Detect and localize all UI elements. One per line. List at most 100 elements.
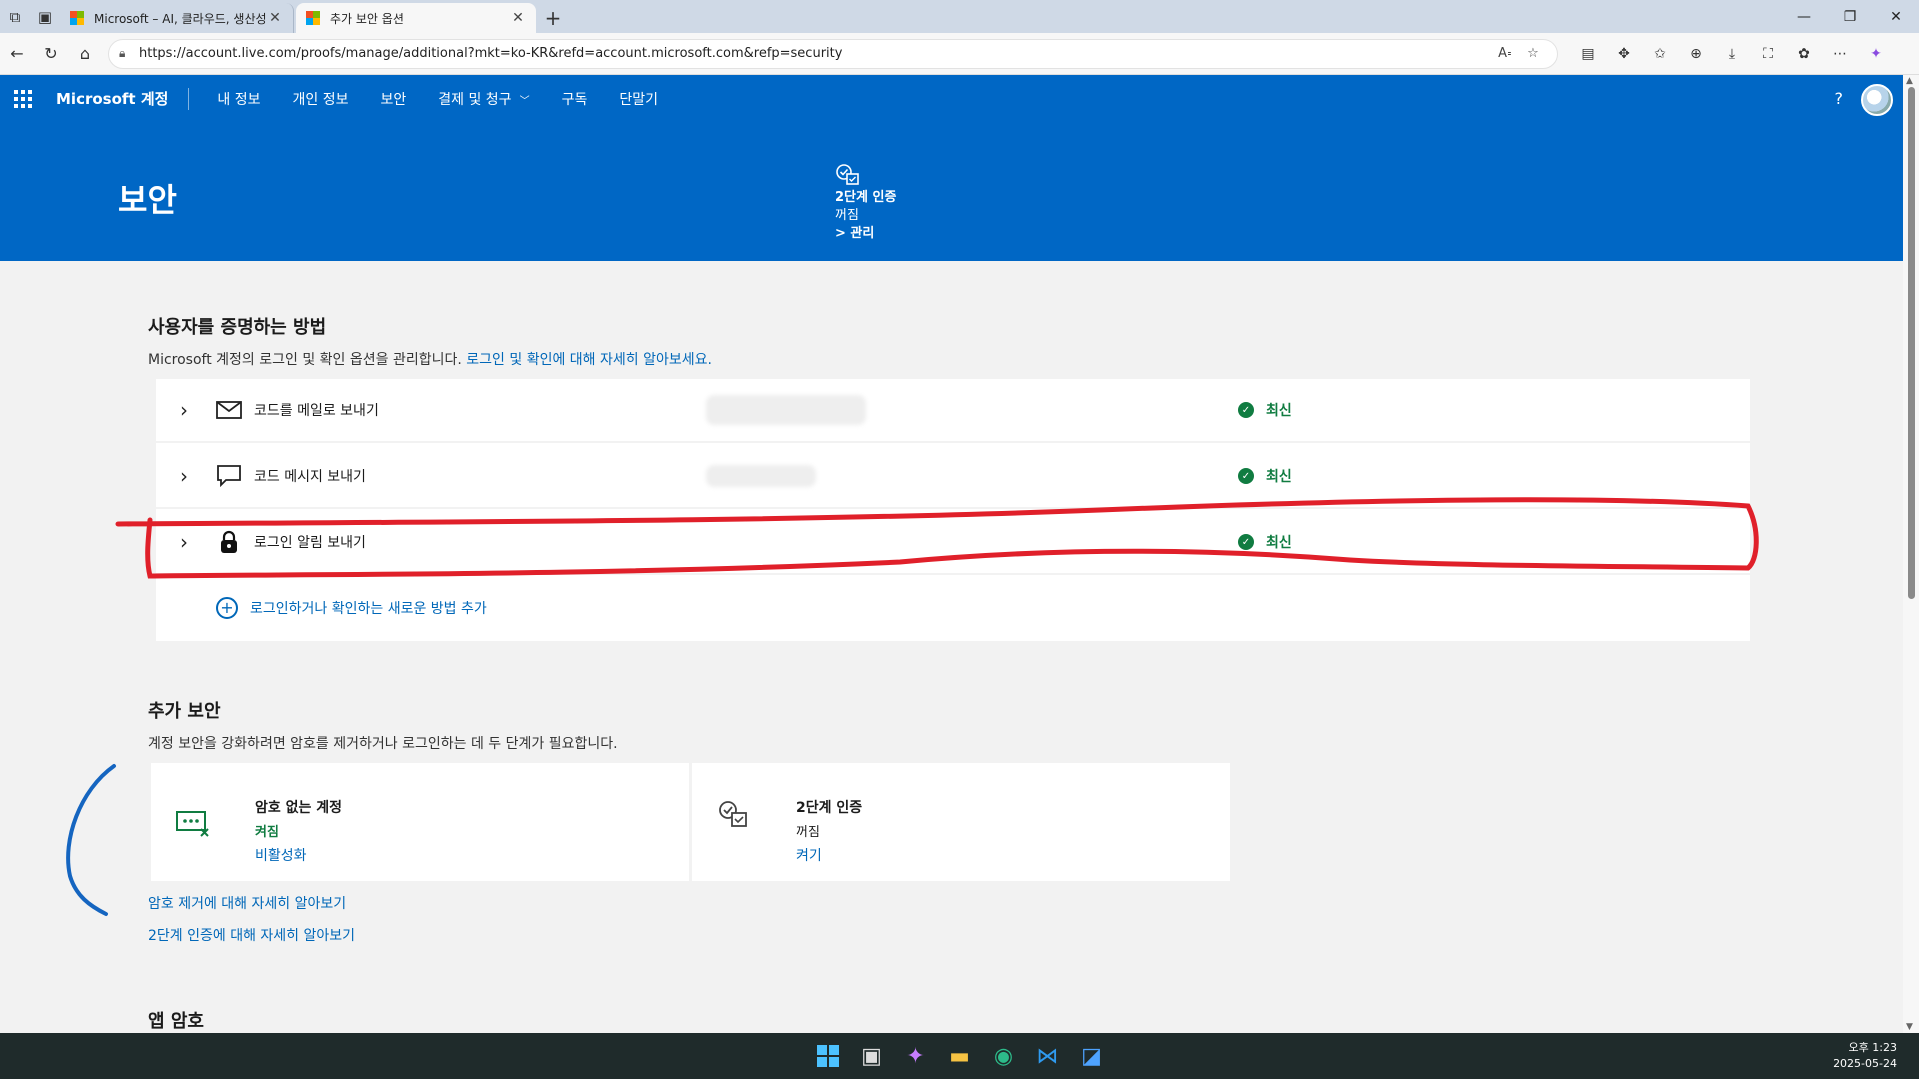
browser-tab-strip: ⧉ ▣ Microsoft – AI, 클라우드, 생산성, 컴퓨팅 ✕ 추가 …: [0, 0, 1919, 33]
chevron-right-icon[interactable]: ›: [156, 530, 212, 554]
passwordless-title: 암호 없는 계정: [255, 800, 343, 816]
screenshot-icon[interactable]: ⛶: [1750, 37, 1786, 71]
nav-my-info[interactable]: 내 정보: [201, 75, 276, 123]
learn-two-step-link[interactable]: 2단계 인증에 대해 자세히 알아보기: [148, 925, 355, 945]
home-icon[interactable]: ⌂: [68, 37, 102, 71]
windows-start-icon[interactable]: [806, 1034, 850, 1078]
edge-browser-icon[interactable]: ◉: [982, 1034, 1026, 1078]
tab-title: Microsoft – AI, 클라우드, 생산성, 컴퓨팅: [94, 11, 267, 26]
address-bar[interactable]: 🔒︎ https://account.live.com/proofs/manag…: [108, 38, 1558, 69]
nav-billing[interactable]: 결제 및 청구 ﹀: [422, 75, 545, 123]
disable-passwordless-link[interactable]: 비활성화: [255, 845, 307, 865]
redacted-value: [706, 395, 866, 425]
restore-icon[interactable]: ❐: [1827, 0, 1873, 33]
avatar[interactable]: [1861, 84, 1893, 116]
collections-icon[interactable]: ▤: [1570, 37, 1606, 71]
tab-collections-icon[interactable]: ⊕: [1678, 37, 1714, 71]
favorite-star-icon[interactable]: ☆: [1519, 46, 1547, 61]
proofs-list: › 코드를 메일로 보내기 ✓ 최신 › 코드 메시지 보내기 ✓ 최신 › 로그인…: [156, 379, 1750, 641]
lock-icon: [212, 530, 246, 554]
two-step-card: 2단계 인증 꺼짐 켜기: [692, 763, 1230, 881]
refresh-icon[interactable]: ↻: [34, 37, 68, 71]
check-circle-icon: ✓: [1238, 534, 1254, 550]
taskbar: ▣ ✦ ▬ ◉ ⋈ ◪ 오후 1:23 2025-05-24: [0, 1033, 1919, 1079]
add-circle-icon: +: [216, 597, 238, 619]
page-scrollbar[interactable]: ▲ ▼: [1903, 75, 1919, 1033]
passwordless-card: 암호 없는 계정 켜짐 비활성화: [151, 763, 689, 881]
two-step-card-status: 꺼짐: [796, 825, 820, 840]
proof-row[interactable]: › 코드 메시지 보내기 ✓ 최신: [156, 445, 1750, 509]
profile-extension-icon[interactable]: ✿: [1786, 37, 1822, 71]
proof-status: ✓ 최신: [1238, 466, 1292, 486]
microsoft-logo-icon: [70, 11, 84, 25]
check-circle-icon: ✓: [1238, 402, 1254, 418]
close-window-icon[interactable]: ✕: [1873, 0, 1919, 33]
scroll-up-icon[interactable]: ▲: [1906, 76, 1913, 86]
account-header: Microsoft 계정 내 정보 개인 정보 보안 결제 및 청구 ﹀ 구독 단…: [0, 75, 1903, 261]
proof-status-text: 최신: [1266, 535, 1292, 551]
clock-date: 2025-05-24: [1833, 1057, 1897, 1070]
extensions-icon[interactable]: ✥: [1606, 37, 1642, 71]
window-controls: — ❐ ✕: [1781, 0, 1919, 33]
page-title: 보안: [118, 181, 177, 219]
nav-subscriptions[interactable]: 구독: [546, 75, 604, 123]
more-menu-icon[interactable]: ⋯: [1822, 37, 1858, 71]
scroll-down-icon[interactable]: ▼: [1906, 1022, 1913, 1032]
passwordless-icon: [176, 811, 209, 837]
proof-row[interactable]: › 코드를 메일로 보내기 ✓ 최신: [156, 379, 1750, 443]
copilot-icon[interactable]: ✦: [894, 1034, 938, 1078]
two-step-label: 2단계 인증: [835, 190, 897, 205]
close-tab-icon[interactable]: ✕: [267, 10, 283, 26]
tab-actions-icon[interactable]: ▣: [30, 0, 60, 33]
learn-passwordless-link[interactable]: 암호 제거에 대해 자세히 알아보기: [148, 893, 346, 913]
vscode-icon[interactable]: ⋈: [1026, 1034, 1070, 1078]
site-info-icon[interactable]: 🔒︎: [119, 46, 139, 61]
two-step-status: 꺼짐: [835, 208, 859, 223]
url-text[interactable]: https://account.live.com/proofs/manage/a…: [139, 46, 1491, 61]
proof-label: 코드 메시지 보내기: [254, 469, 366, 485]
task-view-icon[interactable]: ▣: [850, 1034, 894, 1078]
learn-signin-link[interactable]: 로그인 및 확인에 대해 자세히 알아보세요.: [466, 352, 712, 368]
brand-link[interactable]: Microsoft 계정: [46, 88, 190, 110]
back-icon[interactable]: ←: [0, 37, 34, 71]
mail-icon: [212, 401, 246, 419]
copilot-icon[interactable]: ✦: [1858, 37, 1894, 71]
app-launcher-icon[interactable]: [0, 75, 46, 123]
proof-status-text: 최신: [1266, 403, 1292, 419]
chevron-right-icon[interactable]: ›: [156, 398, 212, 422]
browser-tab[interactable]: Microsoft – AI, 클라우드, 생산성, 컴퓨팅 ✕: [60, 3, 294, 33]
file-explorer-icon[interactable]: ▬: [938, 1034, 982, 1078]
check-shield-icon: [719, 801, 747, 827]
check-shield-icon: [836, 164, 859, 185]
nav-devices[interactable]: 단말기: [603, 75, 674, 123]
read-aloud-icon[interactable]: A꞊: [1491, 46, 1519, 61]
microsoft-logo-icon: [306, 11, 320, 25]
chevron-down-icon: ﹀: [519, 95, 530, 107]
help-icon[interactable]: ?: [1835, 89, 1844, 108]
passwordless-status: 켜짐: [255, 825, 279, 840]
browser-tab-active[interactable]: 추가 보안 옵션 ✕: [296, 3, 536, 33]
proof-status: ✓ 최신: [1238, 400, 1292, 420]
proof-row[interactable]: › 로그인 알림 보내기 ✓ 최신: [156, 511, 1750, 575]
two-step-manage-link[interactable]: > 관리: [835, 225, 896, 243]
new-tab-button[interactable]: +: [538, 3, 568, 33]
minimize-icon[interactable]: —: [1781, 0, 1827, 33]
nav-security[interactable]: 보안: [365, 75, 423, 123]
system-clock[interactable]: 오후 1:23 2025-05-24: [1833, 1040, 1897, 1072]
paint-app-icon[interactable]: ◪: [1070, 1034, 1114, 1078]
add-signin-method-label: 로그인하거나 확인하는 새로운 방법 추가: [250, 601, 487, 617]
add-signin-method-link[interactable]: + 로그인하거나 확인하는 새로운 방법 추가: [216, 597, 487, 619]
workspaces-icon[interactable]: ⧉: [0, 0, 30, 33]
nav-billing-label: 결제 및 청구: [438, 92, 512, 108]
scrollbar-thumb[interactable]: [1908, 87, 1915, 599]
chevron-right-icon[interactable]: ›: [156, 464, 212, 488]
nav-privacy[interactable]: 개인 정보: [277, 75, 365, 123]
two-step-card-title: 2단계 인증: [796, 800, 863, 816]
message-icon: [212, 464, 246, 488]
favorites-icon[interactable]: ✩: [1642, 37, 1678, 71]
downloads-icon[interactable]: ⤓: [1714, 37, 1750, 71]
tab-title: 추가 보안 옵션: [330, 11, 404, 26]
enable-two-step-link[interactable]: 켜기: [796, 845, 822, 865]
clock-time: 오후 1:23: [1848, 1041, 1897, 1054]
close-tab-icon[interactable]: ✕: [510, 10, 526, 26]
